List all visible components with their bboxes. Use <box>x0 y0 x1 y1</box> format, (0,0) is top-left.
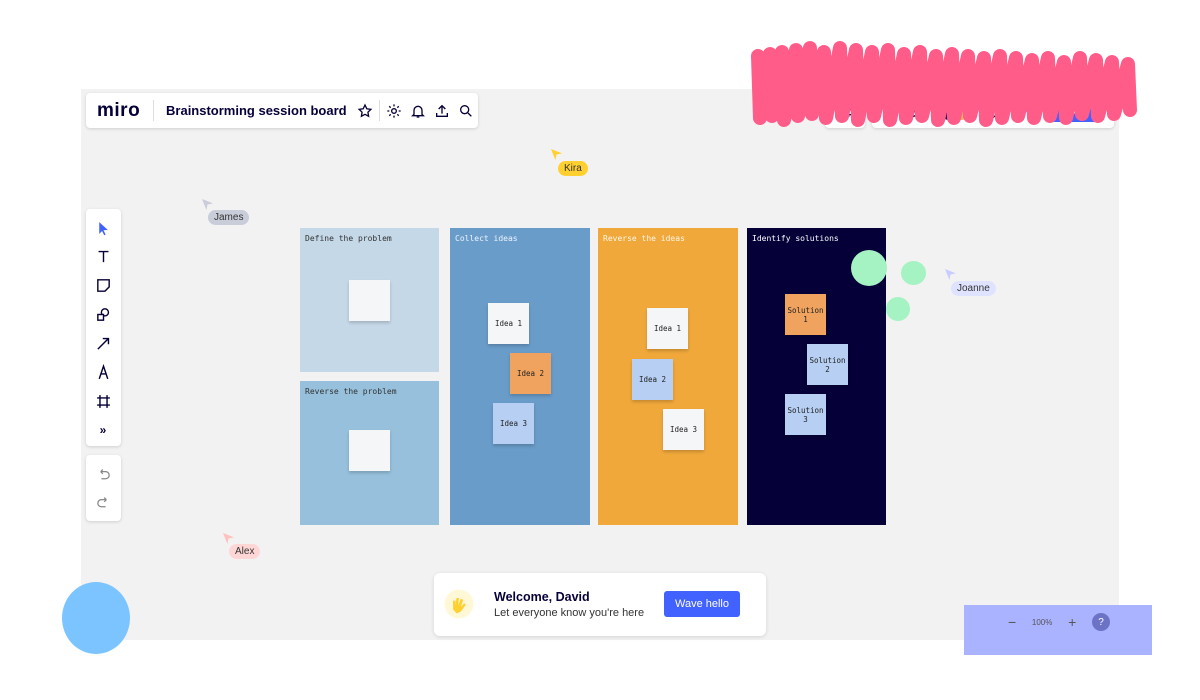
green-drawing-dot <box>901 261 926 285</box>
sticky-note[interactable]: Idea 1 <box>488 303 529 344</box>
sticky-note[interactable]: Idea 2 <box>632 359 673 400</box>
sticky-note[interactable]: Solution 1 <box>785 294 826 335</box>
bell-icon[interactable] <box>409 100 427 122</box>
shapes-icon[interactable] <box>92 303 114 325</box>
divider <box>153 100 155 121</box>
cursor-label-james: James <box>208 210 250 225</box>
text-icon[interactable] <box>92 245 114 267</box>
wave-hello-button[interactable]: Wave hello <box>664 591 740 617</box>
welcome-panel: Welcome, David Let everyone know you're … <box>434 573 766 636</box>
green-drawing-dot <box>886 297 910 321</box>
undo-icon[interactable] <box>92 463 114 485</box>
welcome-subtitle: Let everyone know you're here <box>494 607 645 619</box>
settings-icon[interactable] <box>385 100 403 122</box>
wave-hello-label: Wave hello <box>674 598 729 610</box>
frame-reverse-ideas[interactable]: Reverse the ideas Idea 1 Idea 2 Idea 3 <box>598 228 738 525</box>
cursor-label-alex: Alex <box>229 544 261 559</box>
pink-scribble-drawing <box>751 41 1137 127</box>
cursor-label-joanne: Joanne <box>951 281 996 296</box>
pen-icon[interactable] <box>92 361 114 383</box>
sticky-note[interactable]: Idea 3 <box>663 409 704 450</box>
cursor-label-kira: Kira <box>558 161 588 176</box>
frame-title: Reverse the problem <box>305 387 397 396</box>
frame-define-problem[interactable]: Define the problem <box>300 228 439 372</box>
frame-title: Identify solutions <box>752 234 839 243</box>
board-title[interactable]: Brainstorming session board <box>156 103 353 118</box>
frame-collect-ideas[interactable]: Collect ideas Idea 1 Idea 2 Idea 3 <box>450 228 590 525</box>
zoom-out-button[interactable]: − <box>1008 614 1016 630</box>
frame-title: Define the problem <box>305 234 392 243</box>
miro-logo[interactable]: miro <box>86 100 151 122</box>
blue-drawing-blob <box>62 582 130 654</box>
sticky-note[interactable]: Idea 2 <box>510 353 551 394</box>
cursor-arrow-icon <box>945 269 956 280</box>
frame-title: Reverse the ideas <box>603 234 685 243</box>
star-icon[interactable] <box>356 100 374 122</box>
wave-hand-icon <box>444 589 474 619</box>
divider <box>378 100 380 121</box>
zoom-controls-overlay: − 100% + ? <box>964 605 1152 655</box>
cursor-arrow-icon <box>223 533 234 544</box>
arrow-icon[interactable] <box>92 332 114 354</box>
redo-icon[interactable] <box>92 491 114 513</box>
frame-reverse-problem[interactable]: Reverse the problem <box>300 381 439 525</box>
help-button[interactable]: ? <box>1092 613 1110 631</box>
frame-icon[interactable] <box>92 390 114 412</box>
cursor-arrow-icon <box>202 199 213 210</box>
zoom-level[interactable]: 100% <box>1032 618 1052 627</box>
search-icon[interactable] <box>457 100 475 122</box>
zoom-in-button[interactable]: + <box>1068 614 1076 630</box>
welcome-title: Welcome, David <box>494 590 590 604</box>
zoom-controls: − 100% + ? <box>1008 612 1110 632</box>
frame-title: Collect ideas <box>455 234 518 243</box>
history-toolbar <box>86 455 121 521</box>
sticky-note[interactable] <box>349 430 390 471</box>
creation-toolbar: » <box>86 209 121 446</box>
sticky-note-icon[interactable] <box>92 274 114 296</box>
sticky-note[interactable] <box>349 280 390 321</box>
more-tools-icon[interactable]: » <box>92 419 114 441</box>
cursor-arrow-icon <box>551 149 562 160</box>
sticky-note[interactable]: Idea 1 <box>647 308 688 349</box>
sticky-note[interactable]: Solution 2 <box>807 344 848 385</box>
select-icon[interactable] <box>92 217 114 239</box>
upload-icon[interactable] <box>433 100 451 122</box>
green-drawing-dot <box>851 250 887 286</box>
sticky-note[interactable]: Idea 3 <box>493 403 534 444</box>
board-header: miro Brainstorming session board <box>86 93 478 128</box>
sticky-note[interactable]: Solution 3 <box>785 394 826 435</box>
